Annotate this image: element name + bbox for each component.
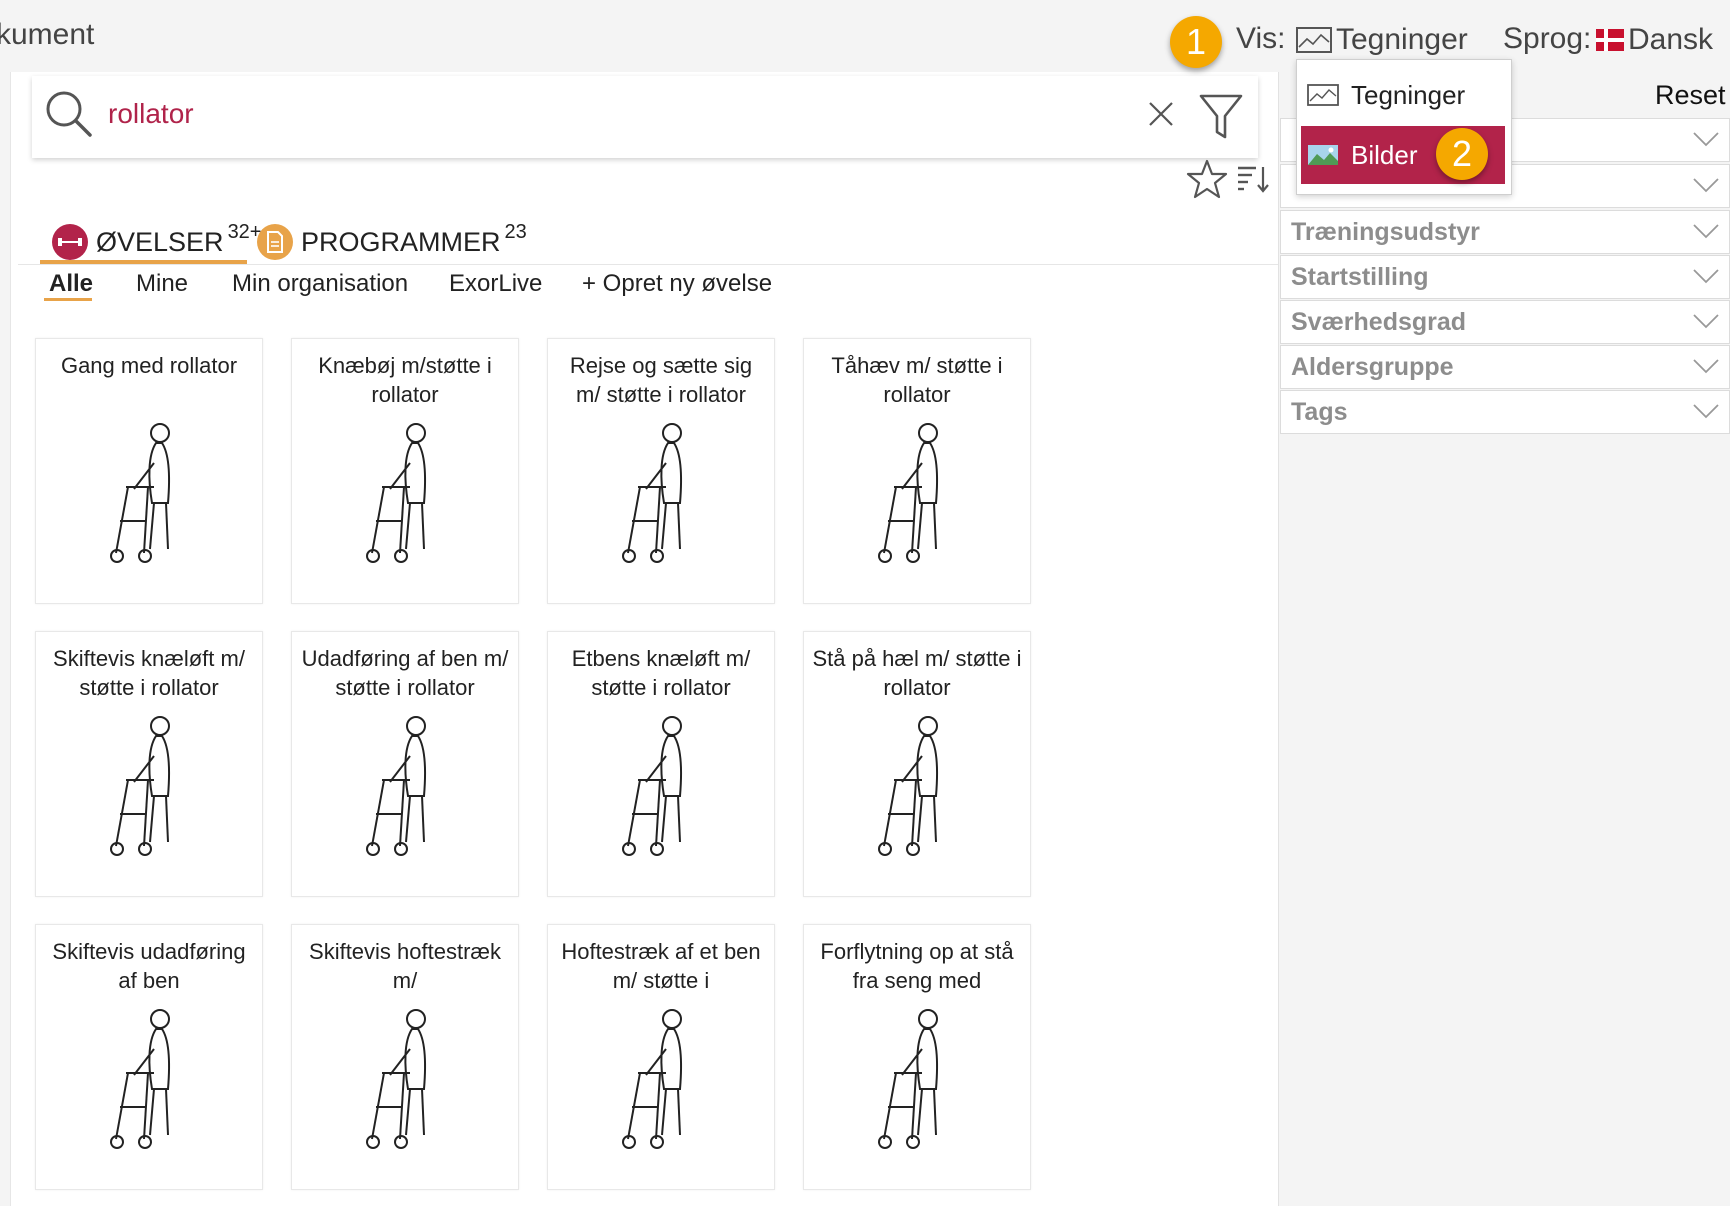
- tab-programs-label: PROGRAMMER: [301, 226, 501, 257]
- exercise-card[interactable]: Udadføring af ben m/ støtte i rollator: [291, 631, 519, 897]
- tab-programs[interactable]: PROGRAMMER 23: [257, 220, 527, 262]
- sort-icon[interactable]: [1236, 164, 1270, 194]
- exercise-card[interactable]: Etbens knæløft m/ støtte i rollator: [547, 631, 775, 897]
- exercise-illustration: [872, 1005, 962, 1160]
- subnav-mine[interactable]: Mine: [136, 270, 188, 298]
- search-input[interactable]: rollator: [108, 98, 194, 130]
- chevron-down-icon: [1693, 178, 1719, 193]
- exercise-card[interactable]: Skiftevis knæløft m/ støtte i rollator: [35, 631, 263, 897]
- search-icon: [46, 91, 92, 137]
- exercise-card-title: Skiftevis knæløft m/ støtte i rollator: [53, 646, 245, 700]
- subnav-my-organisation[interactable]: Min organisation: [232, 270, 408, 298]
- document-icon: [257, 224, 293, 260]
- view-label: Vis:: [1236, 22, 1286, 55]
- chevron-down-icon: [1693, 314, 1719, 329]
- exercise-card-title: Skiftevis hoftestræk m/: [309, 939, 501, 993]
- facet-label: Træningsudstyr: [1291, 218, 1480, 246]
- exercise-illustration: [616, 712, 706, 867]
- exercise-card-title: Udadføring af ben m/ støtte i rollator: [301, 646, 509, 700]
- filter-icon[interactable]: [1198, 92, 1244, 142]
- chevron-down-icon: [1693, 269, 1719, 284]
- exercise-card[interactable]: Forflytning op at stå fra seng med: [803, 924, 1031, 1190]
- drawing-icon: [1296, 27, 1332, 53]
- exercise-card-title: Stå på hæl m/ støtte i rollator: [812, 646, 1022, 700]
- exercise-card-title: Rejse og sætte sig m/ støtte i rollator: [569, 353, 753, 407]
- danish-flag-icon: [1596, 29, 1624, 51]
- exercise-card[interactable]: Stå på hæl m/ støtte i rollator: [803, 631, 1031, 897]
- exercise-illustration: [104, 419, 194, 574]
- reset-button[interactable]: Reset: [1655, 80, 1726, 111]
- document-title: kument: [0, 18, 95, 51]
- exercise-illustration: [360, 419, 450, 574]
- facet-label: Sværhedsgrad: [1291, 308, 1467, 336]
- facet-2[interactable]: Startstilling: [1280, 255, 1730, 299]
- facet-1[interactable]: Træningsudstyr: [1280, 210, 1730, 254]
- clear-icon[interactable]: [1146, 99, 1176, 129]
- exercise-illustration: [872, 419, 962, 574]
- exercise-illustration: [104, 712, 194, 867]
- facet-label: Startstilling: [1291, 263, 1429, 291]
- exercise-card[interactable]: Knæbøj m/støtte i rollator: [291, 338, 519, 604]
- language-selector-value: Dansk: [1628, 23, 1714, 56]
- tab-exercises-label: ØVELSER: [96, 226, 224, 257]
- tab-divider: [18, 264, 1278, 265]
- search-bar[interactable]: rollator: [32, 76, 1258, 158]
- language-selector[interactable]: Dansk: [1596, 20, 1713, 60]
- callout-badge-1: 1: [1170, 16, 1222, 68]
- facet-4[interactable]: Aldersgruppe: [1280, 345, 1730, 389]
- exercise-illustration: [360, 1005, 450, 1160]
- exercise-card-title: Knæbøj m/støtte i rollator: [318, 353, 492, 407]
- favorite-star-icon[interactable]: [1186, 158, 1228, 200]
- exercise-illustration: [616, 419, 706, 574]
- subnav-exorlive[interactable]: ExorLive: [449, 270, 542, 298]
- subnav-active-indicator: [44, 298, 92, 301]
- exercise-card[interactable]: Rejse og sætte sig m/ støtte i rollator: [547, 338, 775, 604]
- chevron-down-icon: [1693, 224, 1719, 239]
- view-option-drawings[interactable]: Tegninger: [1297, 66, 1511, 124]
- exercise-illustration: [360, 712, 450, 867]
- subnav-create-exercise[interactable]: + Opret ny øvelse: [582, 270, 772, 298]
- facet-label: Tags: [1291, 398, 1348, 426]
- view-option-photos-label: Bilder: [1351, 139, 1418, 170]
- exercise-card-title: Skiftevis udadføring af ben: [52, 939, 246, 993]
- tab-programs-count: 23: [504, 220, 527, 243]
- view-dropdown: Tegninger Bilder: [1296, 59, 1512, 195]
- view-selector-value: Tegninger: [1336, 23, 1468, 56]
- view-option-drawings-label: Tegninger: [1351, 79, 1466, 110]
- facet-label: Aldersgruppe: [1291, 353, 1454, 381]
- tab-exercises[interactable]: ØVELSER 32+: [52, 221, 262, 262]
- exercise-illustration: [104, 1005, 194, 1160]
- drawing-icon: [1307, 84, 1339, 106]
- exercise-illustration: [872, 712, 962, 867]
- dumbbell-icon: [52, 224, 88, 260]
- chevron-down-icon: [1693, 132, 1719, 147]
- subnav-all[interactable]: Alle: [49, 270, 93, 298]
- facet-5[interactable]: Tags: [1280, 390, 1730, 434]
- exercise-illustration: [616, 1005, 706, 1160]
- exercise-card-title: Hoftestræk af et ben m/ støtte i: [561, 939, 761, 993]
- chevron-down-icon: [1693, 404, 1719, 419]
- exercise-card-title: Etbens knæløft m/ støtte i rollator: [571, 646, 751, 700]
- exercise-card[interactable]: Gang med rollator: [35, 338, 263, 604]
- exercise-card[interactable]: Skiftevis hoftestræk m/: [291, 924, 519, 1190]
- chevron-down-icon: [1693, 359, 1719, 374]
- exercise-card-title: Gang med rollator: [60, 353, 238, 378]
- exercise-card-title: Tåhæv m/ støtte i rollator: [831, 353, 1003, 407]
- view-selector[interactable]: Tegninger: [1296, 20, 1468, 60]
- callout-badge-2: 2: [1436, 128, 1488, 180]
- exercise-card[interactable]: Tåhæv m/ støtte i rollator: [803, 338, 1031, 604]
- left-gutter: [0, 72, 11, 1206]
- exercise-card[interactable]: Hoftestræk af et ben m/ støtte i: [547, 924, 775, 1190]
- facet-3[interactable]: Sværhedsgrad: [1280, 300, 1730, 344]
- photo-icon: [1308, 145, 1338, 165]
- exercise-card-title: Forflytning op at stå fra seng med: [820, 939, 1014, 993]
- exercise-card[interactable]: Skiftevis udadføring af ben: [35, 924, 263, 1190]
- language-label: Sprog:: [1503, 22, 1592, 55]
